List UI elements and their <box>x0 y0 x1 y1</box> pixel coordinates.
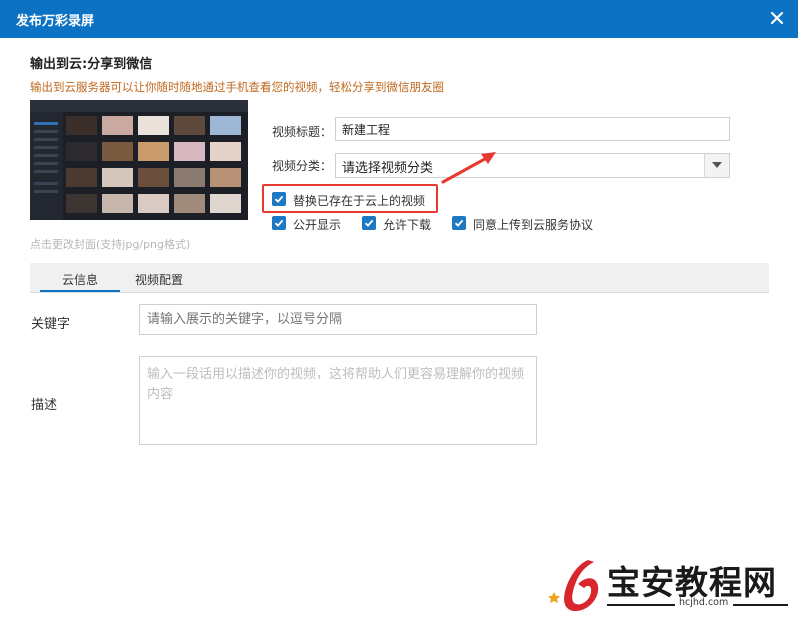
agree-terms-label[interactable]: 同意上传到云服务协议 <box>473 216 593 233</box>
thumbnail-tile <box>102 168 133 187</box>
thumbnail-app-header <box>30 100 248 112</box>
description-textarea[interactable]: 输入一段话用以描述你的视频，这将帮助人们更容易理解你的视频内容 <box>139 356 537 445</box>
thumbnail-tile <box>210 116 241 135</box>
dialog-title-bar: 发布万彩录屏 <box>0 0 798 38</box>
video-category-label: 视频分类： <box>272 159 333 173</box>
agree-terms-checkbox[interactable] <box>452 216 466 230</box>
dialog-title: 发布万彩录屏 <box>16 14 95 29</box>
thumbnail-tile <box>102 142 133 161</box>
close-icon[interactable] <box>766 7 788 29</box>
thumbnail-tile <box>102 116 133 135</box>
thumbnail-tile <box>66 142 97 161</box>
tab-video-config[interactable]: 视频配置 <box>135 271 183 288</box>
allow-download-label[interactable]: 允许下载 <box>383 216 431 233</box>
thumbnail-tile <box>210 194 241 213</box>
red-arrow-icon <box>441 152 496 184</box>
thumbnail-hint[interactable]: 点击更改封面(支持jpg/png格式) <box>30 236 190 252</box>
thumbnail-tile <box>210 142 241 161</box>
public-display-label[interactable]: 公开显示 <box>293 216 341 233</box>
video-title-label: 视频标题： <box>272 125 333 139</box>
tab-bar: 云信息 视频配置 <box>30 263 769 293</box>
thumbnail-tile <box>138 116 169 135</box>
description-placeholder: 输入一段话用以描述你的视频，这将帮助人们更容易理解你的视频内容 <box>147 367 525 402</box>
chevron-down-icon[interactable] <box>704 154 729 177</box>
thumbnail-tile <box>66 116 97 135</box>
watermark-logo-icon <box>548 560 599 612</box>
thumbnail-tile <box>174 194 205 213</box>
thumbnail-tile <box>174 142 205 161</box>
cloud-description: 输出到云服务器可以让你随时随地通过手机查看您的视频，轻松分享到微信朋友圈 <box>30 80 444 94</box>
public-display-checkbox[interactable] <box>272 216 286 230</box>
thumbnail-tile <box>138 142 169 161</box>
thumbnail-sidebar <box>30 112 63 220</box>
thumbnail-tile <box>174 168 205 187</box>
section-heading: 输出到云:分享到微信 <box>30 57 153 72</box>
description-label: 描述 <box>31 398 58 413</box>
keyword-label: 关键字 <box>31 317 71 332</box>
replace-existing-label[interactable]: 替换已存在于云上的视频 <box>293 192 425 209</box>
watermark-rule-right <box>733 604 788 606</box>
thumbnail-tile <box>210 168 241 187</box>
thumbnail-tile <box>66 168 97 187</box>
video-category-value: 请选择视频分类 <box>342 161 434 176</box>
keyword-input[interactable] <box>139 304 537 335</box>
allow-download-checkbox[interactable] <box>362 216 376 230</box>
watermark-rule-left <box>607 604 675 606</box>
thumbnail-tile <box>138 194 169 213</box>
cover-thumbnail[interactable] <box>30 100 248 220</box>
tab-cloud-info[interactable]: 云信息 <box>62 271 98 288</box>
thumbnail-tile <box>138 168 169 187</box>
thumbnail-tile <box>102 194 133 213</box>
watermark-url: hcjhd.com <box>676 597 732 608</box>
video-category-select[interactable]: 请选择视频分类 <box>335 153 730 178</box>
thumbnail-tile <box>66 194 97 213</box>
active-tab-indicator <box>40 290 120 292</box>
thumbnail-tile <box>174 116 205 135</box>
video-title-input[interactable] <box>335 117 730 141</box>
replace-existing-checkbox[interactable] <box>272 192 286 206</box>
